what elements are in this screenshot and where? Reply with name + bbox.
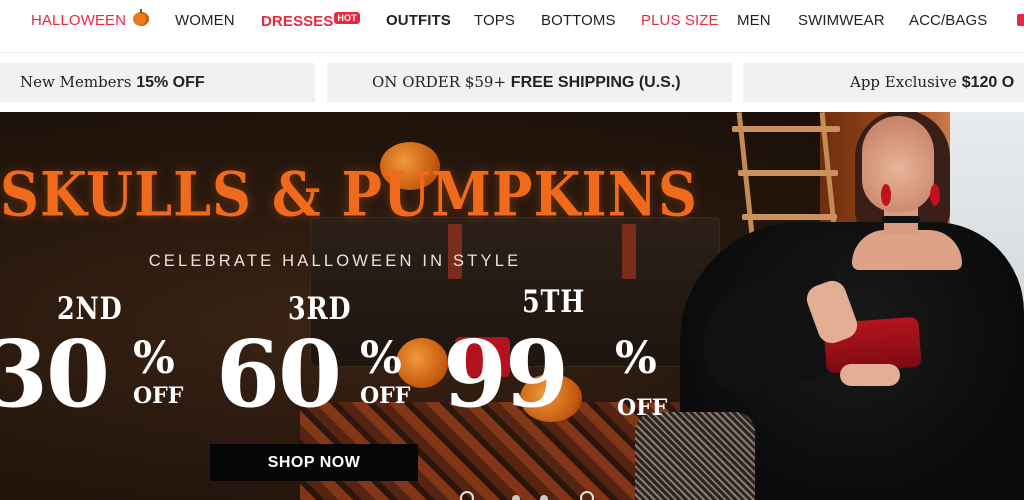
nav-item-outfits[interactable]: OUTFITS: [386, 12, 451, 29]
hero-banner[interactable]: SKULLS & PUMPKINS CELEBRATE HALLOWEEN IN…: [0, 112, 1024, 500]
shop-now-button[interactable]: SHOP NOW: [210, 444, 418, 481]
carousel-dot[interactable]: [512, 495, 520, 500]
offer-percent-value: 99: [443, 320, 569, 428]
pumpkin-icon: [133, 9, 150, 26]
hero-title: SKULLS & PUMPKINS: [0, 158, 699, 230]
nav-item-halloween[interactable]: HALLOWEEN: [31, 9, 150, 29]
nav-item-plus-size[interactable]: PLUS SIZE: [641, 12, 719, 29]
ladder-rung: [738, 170, 838, 176]
offer-percent-sign: %: [133, 333, 175, 384]
nav-item-bottoms[interactable]: BOTTOMS: [541, 12, 616, 29]
fishnet-stocking: [635, 412, 755, 500]
offer-percent-sign: %: [360, 333, 402, 384]
nav-item-acc-bags[interactable]: ACC/BAGS: [909, 12, 987, 29]
offer-percent-sign: %: [615, 333, 657, 384]
promo-app-exclusive[interactable]: App Exclusive $120 O: [743, 63, 1024, 102]
offer-tier-label: 5TH: [522, 284, 586, 320]
nav-item-women[interactable]: WOMEN: [175, 12, 235, 29]
nav-item-tops[interactable]: TOPS: [474, 12, 515, 29]
offer-off-label: OFF: [360, 383, 411, 409]
ladder-rung: [732, 126, 840, 132]
hot-badge: HOT: [334, 12, 360, 24]
promo-new-members[interactable]: New Members 15% OFF: [0, 63, 315, 102]
model-shoulders: [852, 230, 962, 270]
carousel-dot-active[interactable]: [460, 491, 474, 500]
choker-necklace: [882, 216, 920, 223]
earring: [881, 184, 891, 206]
pumpkin-prop: [396, 338, 448, 388]
carousel-dot[interactable]: [580, 491, 594, 500]
offer-off-label: OFF: [617, 395, 668, 421]
offer-off-label: OFF: [133, 383, 184, 409]
model-hand: [840, 364, 900, 386]
carousel-dot[interactable]: [540, 495, 548, 500]
gift-icon[interactable]: [1017, 14, 1024, 26]
model-face: [862, 116, 934, 212]
nav-item-swimwear[interactable]: SWIMWEAR: [798, 12, 885, 29]
promo-free-shipping[interactable]: ON ORDER $59+ FREE SHIPPING (U.S.): [327, 63, 732, 102]
hero-subtitle: CELEBRATE HALLOWEEN IN STYLE: [148, 252, 522, 270]
nav-item-men[interactable]: MEN: [737, 12, 771, 29]
offer-percent-value: 60: [216, 320, 342, 428]
offer-percent-value: 30: [0, 320, 110, 428]
ladder-rung: [742, 214, 837, 220]
top-navigation: / HALLOWEEN WOMEN DRESSESHOT OUTFITS TOP…: [0, 0, 1024, 42]
nav-divider: [0, 52, 1024, 53]
nav-item-dresses[interactable]: DRESSES HOT: [261, 12, 360, 30]
earring: [930, 184, 940, 206]
